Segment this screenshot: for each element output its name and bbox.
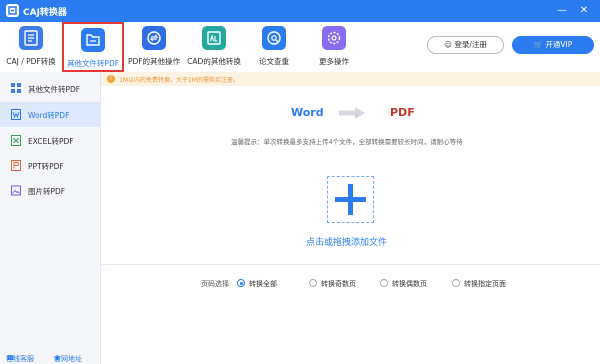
- tip-text: 温馨提示：单次转换最多支持上传4个文件，全部转换需要较长时间，请耐心等待: [231, 138, 463, 146]
- sidebar-item-ppt-to-pdf[interactable]: PPT转PDF: [0, 153, 101, 178]
- open-vip-button[interactable]: 🛒 开通VIP: [512, 36, 594, 54]
- pdf-operations-icon: [142, 26, 166, 50]
- close-button[interactable]: ✕: [577, 4, 591, 18]
- tool-plagiarism-check[interactable]: 论文查重: [245, 22, 303, 72]
- sidebar-item-label: Word转PDF: [28, 111, 70, 120]
- ppt-icon: [11, 160, 21, 171]
- divider: [101, 264, 600, 265]
- radio-dot: [452, 279, 460, 287]
- sidebar-item-word-to-pdf[interactable]: Word转PDF: [0, 102, 101, 127]
- tool-label: CAJ / PDF转换: [6, 57, 56, 66]
- tool-caj-pdf-convert[interactable]: CAJ / PDF转换: [2, 22, 60, 72]
- user-icon: ☺: [444, 40, 452, 49]
- radio-label: 转换偶数页: [392, 280, 427, 288]
- sidebar-item-other-to-pdf[interactable]: 其他文件转PDF: [0, 76, 101, 101]
- sidebar-item-label: 图片转PDF: [28, 187, 66, 196]
- login-register-button[interactable]: ☺ 登录/注册: [427, 36, 504, 54]
- arrow-right-icon: [339, 107, 365, 122]
- excel-icon: [11, 135, 21, 146]
- radio-label: 转换全部: [249, 280, 277, 288]
- sidebar-item-label: PPT转PDF: [28, 162, 64, 171]
- tool-label: 论文查重: [259, 57, 289, 66]
- vip-label: 开通VIP: [545, 40, 573, 49]
- sidebar-item-label: 其他文件转PDF: [28, 85, 81, 94]
- cad-convert-icon: [202, 26, 226, 50]
- sidebar-item-image-to-pdf[interactable]: 图片转PDF: [0, 178, 101, 203]
- cart-icon: 🛒: [533, 40, 544, 49]
- radio-label: 转换奇数页: [321, 280, 356, 288]
- plus-icon: [335, 184, 366, 215]
- radio-dot: [237, 279, 245, 287]
- tool-pdf-operations[interactable]: PDF的其他操作: [125, 22, 183, 72]
- page-selection-label: 页码选择: [201, 280, 229, 288]
- image-icon: [11, 185, 21, 196]
- app-title: CAJ转换器: [23, 8, 67, 18]
- tool-label: 其他文件转PDF: [66, 59, 120, 68]
- grid-icon: [11, 83, 21, 94]
- tool-label: CAD的其他转换: [187, 57, 241, 66]
- sidebar: 其他文件转PDF Word转PDF EXCEL转PDF PPT转PDF 图片转P…: [0, 72, 101, 364]
- tool-label: 更多操作: [319, 57, 349, 66]
- app-logo-icon: [6, 4, 19, 17]
- official-website-label: 官网地址: [54, 355, 82, 363]
- radio-label: 转换指定页面: [464, 280, 506, 288]
- word-icon: [11, 109, 21, 120]
- tool-file-to-pdf[interactable]: 其他文件转PDF: [62, 22, 124, 72]
- login-label: 登录/注册: [454, 40, 487, 49]
- tool-more-operations[interactable]: 更多操作: [305, 22, 363, 72]
- sidebar-item-label: EXCEL转PDF: [28, 137, 74, 146]
- online-service-label: 在线客服: [6, 355, 34, 363]
- file-to-pdf-icon: [81, 28, 105, 52]
- radio-dot: [380, 279, 388, 287]
- add-file-label[interactable]: 点击或拖拽添加文件: [306, 235, 387, 248]
- notice-text: 1M以内的免费转换，大于1M的需购买注册。: [119, 77, 239, 84]
- title-bar: CAJ转换器 — ✕: [0, 0, 600, 22]
- minimize-button[interactable]: —: [555, 4, 569, 18]
- notice-bar: ! 1M以内的免费转换，大于1M的需购买注册。: [101, 72, 600, 86]
- target-format: PDF: [390, 106, 415, 119]
- source-format: Word: [291, 106, 324, 119]
- main-toolbar: CAJ / PDF转换 其他文件转PDF PDF的其他操作 CAD的其他转换 论…: [0, 22, 600, 72]
- warning-icon: !: [107, 75, 115, 83]
- radio-dot: [309, 279, 317, 287]
- main-panel: Word PDF 温馨提示：单次转换最多支持上传4个文件，全部转换需要较长时间，…: [101, 86, 600, 364]
- plagiarism-check-icon: [262, 26, 286, 50]
- sidebar-footer: ☎ 在线客服 ◉ 官网地址: [0, 346, 101, 364]
- gear-icon: [322, 26, 346, 50]
- tool-label: PDF的其他操作: [127, 57, 181, 66]
- tool-cad-convert[interactable]: CAD的其他转换: [185, 22, 243, 72]
- add-file-dropzone[interactable]: [327, 176, 374, 223]
- sidebar-item-excel-to-pdf[interactable]: EXCEL转PDF: [0, 128, 101, 153]
- caj-pdf-convert-icon: [19, 26, 43, 50]
